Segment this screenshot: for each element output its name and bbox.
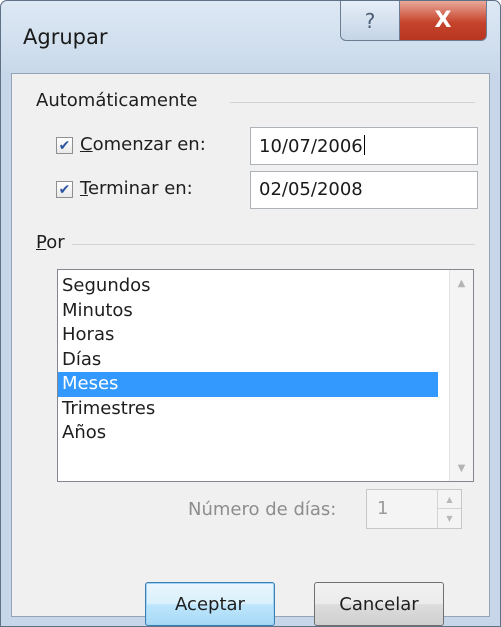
scroll-down-icon[interactable]: ▼ <box>450 457 473 479</box>
dialog-title: Agrupar <box>23 25 108 49</box>
start-date-input[interactable]: 10/07/2006 <box>250 127 478 165</box>
group-dialog: Agrupar ? X Automáticamente ✔ Comenzar e… <box>0 0 501 627</box>
listbox-scrollbar[interactable]: ▲ ▼ <box>449 270 473 481</box>
checkmark-icon: ✔ <box>58 137 71 154</box>
help-button[interactable]: ? <box>340 1 400 41</box>
close-button[interactable]: X <box>399 1 487 41</box>
text-caret <box>363 135 365 155</box>
title-bar: Agrupar ? X <box>1 1 500 73</box>
days-label: Número de días: <box>188 499 337 520</box>
spin-down-icon[interactable]: ▼ <box>438 509 461 528</box>
list-item[interactable]: Años <box>58 421 438 446</box>
spinner-buttons: ▲ ▼ <box>437 490 461 528</box>
end-label: Terminar en: <box>80 178 193 199</box>
list-item[interactable]: Segundos <box>58 274 438 299</box>
start-checkbox[interactable]: ✔ <box>56 137 73 154</box>
auto-group-divider <box>230 102 475 103</box>
dialog-body: Automáticamente ✔ Comenzar en: 10/07/200… <box>11 73 490 626</box>
list-item[interactable]: Días <box>58 348 438 373</box>
spin-up-icon[interactable]: ▲ <box>438 490 461 509</box>
help-icon: ? <box>364 8 376 33</box>
list-item[interactable]: Meses <box>58 372 438 397</box>
interval-listbox[interactable]: Segundos Minutos Horas Días Meses Trimestres A… <box>57 269 474 482</box>
by-group-divider <box>72 244 475 245</box>
days-value: 1 <box>377 498 389 519</box>
checkmark-icon: ✔ <box>58 181 71 198</box>
list-item[interactable]: Trimestres <box>58 397 438 422</box>
scroll-up-icon[interactable]: ▲ <box>450 272 473 294</box>
end-date-input[interactable]: 02/05/2008 <box>250 171 478 209</box>
end-checkbox[interactable]: ✔ <box>56 181 73 198</box>
ok-button[interactable]: Aceptar <box>145 582 275 626</box>
cancel-button[interactable]: Cancelar <box>314 582 444 626</box>
list-item[interactable]: Horas <box>58 323 438 348</box>
list-item[interactable]: Minutos <box>58 299 438 324</box>
by-group-label: Por <box>36 232 65 253</box>
close-icon: X <box>434 8 452 33</box>
auto-group-label: Automáticamente <box>36 90 198 111</box>
start-label: Comenzar en: <box>80 134 206 155</box>
days-spinner[interactable]: 1 ▲ ▼ <box>366 489 462 529</box>
